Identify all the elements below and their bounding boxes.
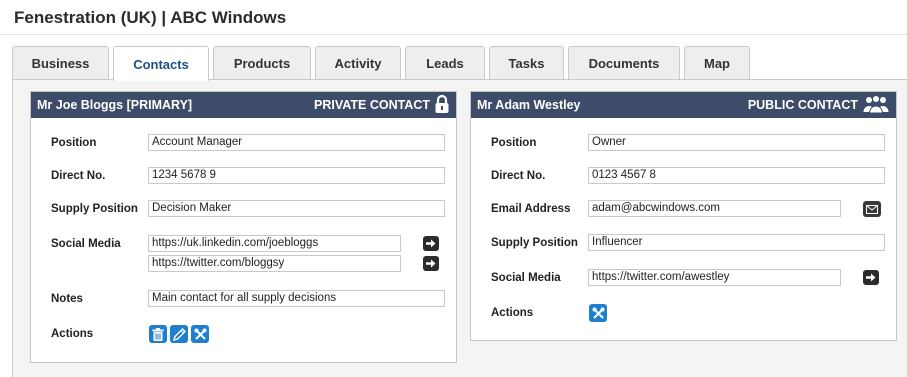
tab-contacts[interactable]: Contacts bbox=[113, 46, 209, 81]
envelope-icon bbox=[866, 204, 878, 214]
arrow-right-icon bbox=[426, 239, 436, 248]
manage-contact-button[interactable] bbox=[191, 325, 209, 343]
tab-tasks[interactable]: Tasks bbox=[489, 46, 564, 80]
open-link-button[interactable] bbox=[423, 256, 439, 271]
contact-name: Mr Adam Westley bbox=[477, 98, 581, 112]
position-label: Position bbox=[51, 137, 97, 149]
direct-field[interactable]: 1234 5678 9 bbox=[148, 167, 445, 184]
open-link-button[interactable] bbox=[423, 236, 439, 251]
pencil-icon bbox=[172, 327, 186, 341]
tab-documents[interactable]: Documents bbox=[568, 46, 680, 80]
position-field[interactable]: Owner bbox=[588, 134, 885, 151]
tools-icon bbox=[592, 307, 604, 319]
padlock-icon bbox=[434, 94, 450, 117]
social-media-label: Social Media bbox=[51, 238, 121, 250]
contact-card-header: Mr Adam Westley PUBLIC CONTACT bbox=[471, 92, 896, 118]
supply-position-field[interactable]: Decision Maker bbox=[148, 200, 445, 217]
contact-visibility: PUBLIC CONTACT bbox=[747, 98, 858, 112]
actions-label: Actions bbox=[51, 328, 94, 340]
arrow-right-icon bbox=[426, 259, 436, 268]
open-link-button[interactable] bbox=[863, 270, 879, 285]
contact-card-primary: Mr Joe Bloggs [PRIMARY] PRIVATE CONTACT … bbox=[30, 91, 457, 363]
email-label: Email Address bbox=[491, 203, 571, 215]
tab-products[interactable]: Products bbox=[213, 46, 311, 80]
direct-label: Direct No. bbox=[51, 170, 106, 182]
tools-icon bbox=[194, 328, 206, 340]
social-media-field-twitter[interactable]: https://twitter.com/awestley bbox=[588, 269, 841, 286]
contact-visibility: PRIVATE CONTACT bbox=[314, 98, 430, 112]
delete-contact-button[interactable] bbox=[149, 325, 167, 343]
send-email-button[interactable] bbox=[863, 201, 881, 217]
manage-contact-button[interactable] bbox=[589, 304, 607, 322]
direct-field[interactable]: 0123 4567 8 bbox=[588, 167, 885, 184]
arrow-right-icon bbox=[866, 273, 876, 282]
position-label: Position bbox=[491, 137, 537, 149]
direct-label: Direct No. bbox=[491, 170, 546, 182]
contact-card-secondary: Mr Adam Westley PUBLIC CONTACT Position … bbox=[470, 91, 897, 341]
email-field[interactable]: adam@abcwindows.com bbox=[588, 200, 841, 217]
social-media-field-twitter[interactable]: https://twitter.com/bloggsy bbox=[148, 255, 401, 272]
contact-card-header: Mr Joe Bloggs [PRIMARY] PRIVATE CONTACT bbox=[31, 92, 456, 118]
notes-label: Notes bbox=[51, 293, 83, 305]
tab-leads[interactable]: Leads bbox=[405, 46, 485, 80]
contact-name: Mr Joe Bloggs [PRIMARY] bbox=[37, 98, 193, 112]
tab-activity[interactable]: Activity bbox=[315, 46, 401, 80]
supply-position-field[interactable]: Influencer bbox=[588, 234, 885, 251]
trash-icon bbox=[152, 327, 164, 341]
supply-position-label: Supply Position bbox=[51, 203, 138, 215]
social-media-field-linkedin[interactable]: https://uk.linkedin.com/joebloggs bbox=[148, 235, 401, 252]
title-divider bbox=[0, 34, 907, 35]
social-media-label: Social Media bbox=[491, 272, 561, 284]
tab-map[interactable]: Map bbox=[684, 46, 750, 80]
page-title: Fenestration (UK) | ABC Windows bbox=[14, 8, 287, 27]
notes-field[interactable]: Main contact for all supply decisions bbox=[148, 290, 445, 307]
position-field[interactable]: Account Manager bbox=[148, 134, 445, 151]
group-icon bbox=[862, 94, 890, 116]
tab-bar: Business Contacts Products Activity Lead… bbox=[12, 46, 754, 81]
edit-contact-button[interactable] bbox=[170, 325, 188, 343]
tab-business[interactable]: Business bbox=[12, 46, 109, 80]
actions-label: Actions bbox=[491, 307, 534, 319]
supply-position-label: Supply Position bbox=[491, 237, 578, 249]
